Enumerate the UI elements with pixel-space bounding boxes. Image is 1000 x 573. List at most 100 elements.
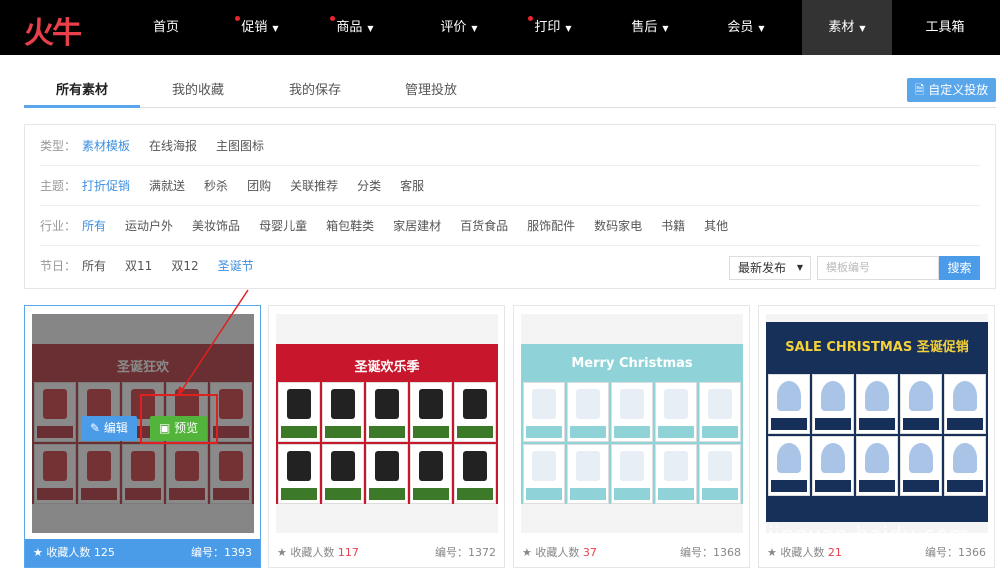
nav-item-5[interactable]: 售后 ▼ [605,0,695,55]
top-nav: 火牛 首页 促销 ▼ 商品 ▼ 评价 ▼ 打印 ▼ 售后 ▼ 会员 ▼ 素材 ▼ 工具箱 [0,0,1000,55]
filter-option[interactable]: 素材模板 [82,139,130,153]
search-button[interactable]: 搜索 [939,256,980,280]
product-cell [523,444,565,504]
filter-option[interactable]: 主图图标 [216,139,264,153]
nav-item-8[interactable]: 工具箱 [900,0,990,55]
caret-down-icon: ▼ [758,24,765,33]
tab-2[interactable]: 我的保存 [257,76,373,108]
filter-option[interactable]: 在线海报 [149,139,197,153]
star-icon[interactable]: ★ [277,546,287,559]
filter-option[interactable]: 美妆饰品 [192,219,240,233]
template-code: 编号：1368 [680,546,741,559]
card-footer: ★ 收藏人数 37 编号：1368 [514,539,749,567]
filter-option[interactable]: 所有 [82,219,106,233]
product-cell [611,444,653,504]
product-cell [699,382,741,442]
filter-option[interactable]: 母婴儿童 [259,219,307,233]
card-footer: ★ 收藏人数 117 编号：1372 [269,539,504,567]
filter-option[interactable]: 满就送 [149,179,185,193]
nav-item-7[interactable]: 素材 ▼ [802,0,892,55]
filter-option[interactable]: 关联推荐 [290,179,338,193]
filter-option[interactable]: 客服 [400,179,424,193]
product-cell [699,444,741,504]
star-icon[interactable]: ★ [522,546,532,559]
nav-item-3[interactable]: 评价 ▼ [414,0,504,55]
product-cell [856,374,898,434]
caret-down-icon: ▼ [662,24,669,33]
template-thumbnail[interactable]: 圣诞欢乐季 [276,314,498,533]
product-cell [454,444,496,504]
filter-option[interactable]: 书籍 [661,219,685,233]
product-cell [655,444,697,504]
nav-item-6[interactable]: 会员 ▼ [701,0,791,55]
document-icon: 🗎 [914,83,929,97]
star-icon[interactable]: ★ [33,546,43,559]
notification-dot [235,16,240,21]
filter-option[interactable]: 秒杀 [204,179,228,193]
edit-button[interactable]: ✎ 编辑 [81,416,137,441]
filter-option[interactable]: 所有 [82,259,106,273]
product-cell [856,436,898,496]
product-cell [523,382,565,442]
filter-option[interactable]: 数码家电 [594,219,642,233]
template-thumbnail[interactable]: Merry Christmas [521,314,743,533]
template-thumbnail[interactable]: SALE CHRISTMAS 圣诞促销 [766,314,988,533]
custom-placement-button[interactable]: 🗎 自定义投放 [907,78,996,102]
star-icon[interactable]: ★ [767,546,777,559]
filter-row: 行业： 所有 运动户外 美妆饰品 母婴儿童 箱包鞋类 家居建材 百货食品 服饰配件 数码家电 书籍其… [40,206,980,246]
tab-1[interactable]: 我的收藏 [140,76,256,108]
edit-icon: ✎ [90,421,104,435]
filter-option[interactable]: 运动户外 [125,219,173,233]
product-cell [567,382,609,442]
product-cell [410,382,452,442]
filter-option[interactable]: 箱包鞋类 [326,219,374,233]
product-cell [900,436,942,496]
product-cell [322,382,364,442]
product-cell [812,436,854,496]
material-tabs: 所有素材 我的收藏 我的保存 管理投放 [24,76,996,108]
product-cell [812,374,854,434]
product-cell [278,444,320,504]
nav-item-2[interactable]: 商品 ▼ [310,0,400,55]
annotation-arrow [177,289,249,397]
filter-row: 类型： 素材模板 在线海报 主图图标 [40,126,980,166]
template-code: 编号：1372 [435,546,496,559]
caret-down-icon: ▼ [859,24,866,33]
favorite-count: 117 [337,546,359,559]
nav-item-0[interactable]: 首页 [121,0,211,55]
template-code: 编号：1393 [191,546,252,559]
product-cell [567,444,609,504]
caret-down-icon: ▼ [565,24,572,33]
filter-option[interactable]: 百货食品 [460,219,508,233]
nav-item-1[interactable]: 促销 ▼ [215,0,305,55]
filter-option[interactable]: 打折促销 [82,179,130,193]
product-cell [944,374,986,434]
product-cell [454,382,496,442]
sort-select[interactable]: 最新发布 ▼ [729,256,811,280]
tab-3[interactable]: 管理投放 [373,76,489,108]
notification-dot [528,16,533,21]
filter-option[interactable]: 团购 [247,179,271,193]
notification-dot [330,16,335,21]
caret-down-icon: ▼ [796,263,803,272]
filter-option[interactable]: 其他 [704,219,728,233]
logo[interactable]: 火牛 [24,8,82,52]
tab-0[interactable]: 所有素材 [24,76,140,108]
caret-down-icon: ▼ [471,24,478,33]
filter-option[interactable]: 双12 [171,259,198,273]
product-cell [278,382,320,442]
template-card[interactable]: Merry Christmas ★ 收藏人数 37 编号：1368 [513,305,750,568]
filter-option[interactable]: 家居建材 [393,219,441,233]
filter-option[interactable]: 双11 [125,259,152,273]
favorite-count: 37 [582,546,597,559]
filter-option[interactable]: 服饰配件 [527,219,575,233]
product-cell [768,436,810,496]
product-cell [611,382,653,442]
filter-option[interactable]: 分类 [357,179,381,193]
template-code-input[interactable] [817,256,939,280]
nav-item-4[interactable]: 打印 ▼ [508,0,598,55]
caret-down-icon: ▼ [367,24,374,33]
template-card[interactable]: 圣诞欢乐季 ★ 收藏人数 117 编号：1372 [268,305,505,568]
filter-option[interactable]: 圣诞节 [218,259,254,273]
caret-down-icon: ▼ [272,24,279,33]
